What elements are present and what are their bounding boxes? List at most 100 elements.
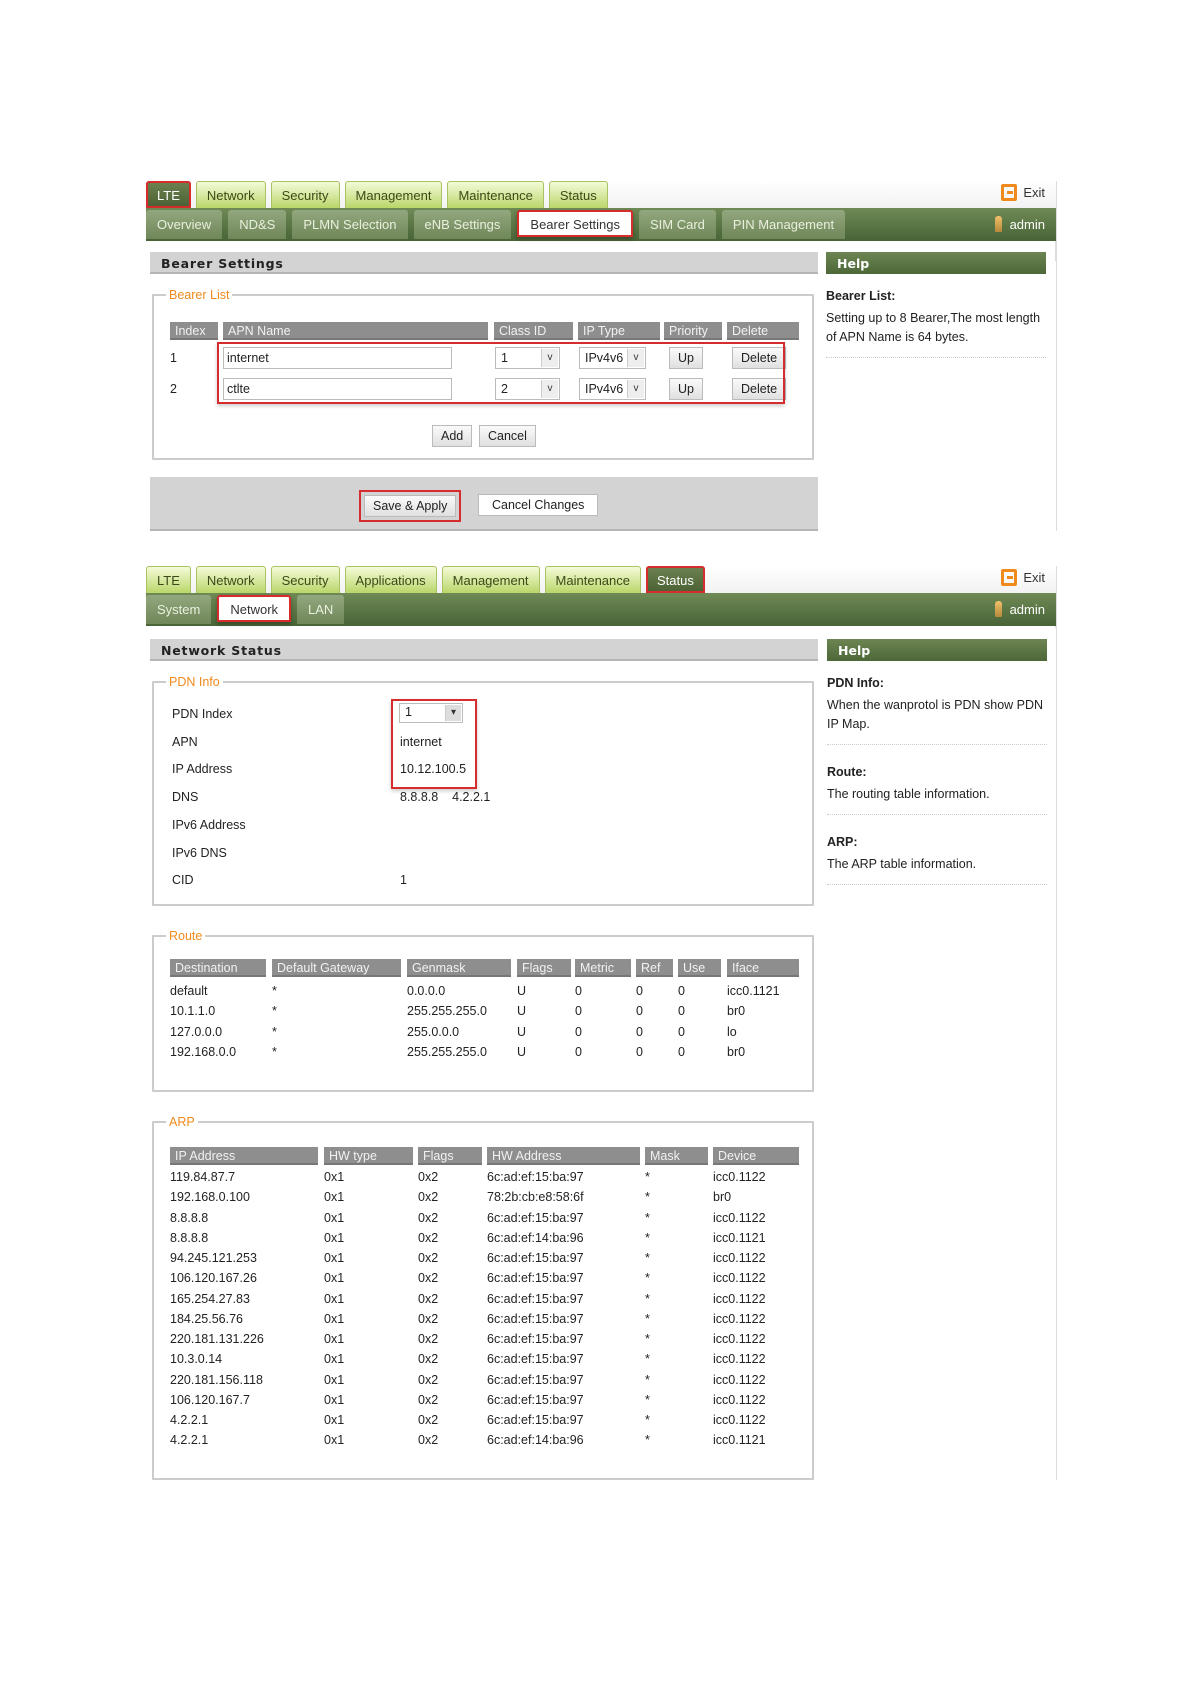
table-cell: 192.168.0.100 [170,1190,250,1205]
exit-icon [1001,184,1018,201]
table-cell: 0x1 [324,1413,345,1427]
subtab-enb-settings[interactable]: eNB Settings [413,210,512,239]
table-cell: 78:2b:cb:e8:58:6f [487,1190,584,1205]
tab-network[interactable]: Network [195,181,266,208]
subtab-lan[interactable]: LAN [297,595,345,624]
tab-applications[interactable]: Applications [344,566,437,593]
pdn-label-ipv6-address: IPv6 Address [172,817,246,832]
column-header-ip-address: IP Address [170,1147,318,1165]
tab-security[interactable]: Security [270,181,340,208]
network-status-page: LTE Network Security Applications Management… [146,566,1056,1480]
tab-lte[interactable]: LTE [146,181,191,208]
subtab-pin-management[interactable]: PIN Management [721,210,846,239]
table-cell: 6c:ad:ef:15:ba:97 [487,1170,584,1184]
table-cell: 127.0.0.0 [170,1024,223,1039]
cancel-button[interactable]: Cancel [479,425,536,447]
table-cell: 0x2 [418,1251,439,1265]
help-panel: Bearer List: Setting up to 8 Bearer,The … [826,277,1046,358]
table-cell: 255.255.255.0 [407,1004,487,1019]
subtab-nd-s[interactable]: ND&S [228,210,287,239]
column-header-flags: Flags [517,959,571,977]
subtab-bearer-settings[interactable]: Bearer Settings [517,210,634,237]
tab-maintenance[interactable]: Maintenance [544,566,641,593]
table-cell: icc0.1122 [713,1170,766,1184]
table-cell: 165.254.27.83 [170,1291,250,1306]
table-cell: 0x1 [324,1271,345,1286]
column-header-ip-type: IP Type [578,322,660,340]
table-cell: 6c:ad:ef:15:ba:97 [487,1413,584,1427]
table-cell: * [645,1433,650,1448]
subtab-plmn-selection[interactable]: PLMN Selection [292,210,408,239]
table-cell: icc0.1121 [713,1230,766,1245]
tab-management[interactable]: Management [344,181,443,208]
table-cell: * [645,1170,650,1184]
table-cell: 8.8.8.8 [170,1230,209,1245]
pdn-label-ipv6-dns: IPv6 DNS [172,845,227,860]
table-cell: 0x2 [418,1230,439,1245]
table-cell: icc0.1121 [727,984,780,998]
column-header-use: Use [678,959,721,977]
table-cell: br0 [727,1044,746,1059]
table-cell: icc0.1122 [713,1271,766,1286]
tab-maintenance[interactable]: Maintenance [447,181,544,208]
table-cell: 10.1.1.0 [170,1004,216,1019]
table-cell: 8.8.8.8 [170,1210,209,1225]
column-header-flags: Flags [418,1147,482,1165]
tab-status[interactable]: Status [548,181,608,208]
table-cell: br0 [727,1004,746,1019]
table-cell: U [517,984,527,998]
table-cell: br0 [713,1190,732,1205]
column-header-mask: Mask [645,1147,708,1165]
pdn-value-cid: 1 [400,873,407,888]
table-cell: 0x2 [418,1372,439,1387]
subtab-overview[interactable]: Overview [146,210,223,239]
table-cell: 0x1 [324,1352,345,1367]
table-cell: 0 [636,1024,643,1039]
subtab-sim-card[interactable]: SIM Card [639,210,716,239]
column-header-priority: Priority [664,322,722,340]
row-index: 1 [170,351,177,365]
table-cell: 0 [575,1024,582,1039]
tab-security[interactable]: Security [270,566,340,593]
table-cell: 0 [575,1044,582,1059]
table-cell: 6c:ad:ef:15:ba:97 [487,1311,584,1326]
save-apply-button[interactable]: Save & Apply [358,490,462,522]
help-title: Help [827,639,1047,661]
subtab-system[interactable]: System [146,595,212,624]
table-cell: 0x2 [418,1433,439,1448]
tab-network[interactable]: Network [195,566,266,593]
column-header-class-id: Class ID [494,322,573,340]
nav-bar: LTE Network Security Management Maintenance S… [146,181,1056,261]
table-cell: * [272,984,277,998]
table-cell: * [272,1004,277,1019]
table-cell: U [517,1024,527,1039]
table-cell: 0 [575,984,582,998]
table-cell: * [645,1251,650,1265]
table-cell: 0x2 [418,1413,439,1427]
main-tabs: LTE Network Security Management Maintenance S… [146,181,608,208]
exit-button[interactable]: Exit [1001,184,1045,201]
table-cell: U [517,1004,527,1019]
sub-tabs: Overview ND&S PLMN Selection eNB Settings Be… [146,210,846,239]
exit-button[interactable]: Exit [1001,569,1045,586]
table-cell: 94.245.121.253 [170,1251,257,1265]
table-cell: * [272,1024,277,1039]
table-cell: 0x1 [324,1230,345,1245]
pdn-label-dns: DNS [172,790,199,805]
tab-status[interactable]: Status [646,566,705,593]
pdn-label-cid: CID [172,873,194,888]
table-cell: * [645,1332,650,1346]
subtab-network[interactable]: Network [217,595,292,622]
page-title: Bearer Settings [150,252,818,274]
table-cell: * [645,1372,650,1387]
table-cell: 0x2 [418,1332,439,1346]
column-header-metric: Metric [575,959,631,977]
tab-lte[interactable]: LTE [146,566,191,593]
add-button[interactable]: Add [432,425,473,447]
exit-icon [1001,569,1018,586]
cancel-changes-button[interactable]: Cancel Changes [478,494,599,516]
column-header-delete: Delete [727,322,799,340]
table-cell: * [645,1230,650,1245]
tab-management[interactable]: Management [441,566,540,593]
column-header-hw-address: HW Address [487,1147,640,1165]
